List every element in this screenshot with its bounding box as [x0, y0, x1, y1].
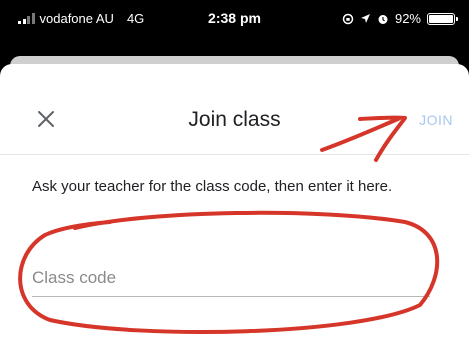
class-code-field[interactable] [32, 260, 430, 297]
status-bar: vodafone AU 4G 2:38 pm 92% [0, 0, 469, 40]
class-code-input[interactable] [32, 260, 430, 296]
status-right: 92% [342, 11, 458, 26]
join-button[interactable]: JOIN [419, 112, 453, 128]
location-icon [360, 14, 370, 23]
alarm-icon [378, 14, 388, 24]
rotation-lock-icon [342, 13, 354, 24]
battery-icon [427, 12, 458, 25]
battery-percent: 92% [394, 11, 421, 26]
dialog-header: Join class JOIN [0, 64, 469, 155]
dialog-title: Join class [188, 108, 281, 131]
instruction-text: Ask your teacher for the class code, the… [32, 178, 393, 195]
join-class-dialog: Join class JOIN Ask your teacher for the… [0, 64, 469, 347]
